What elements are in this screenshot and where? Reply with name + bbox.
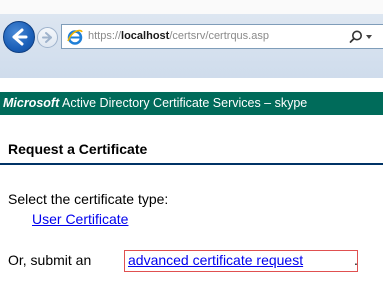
- submit-suffix-text: .: [354, 252, 358, 268]
- url-text[interactable]: https://localhost/certsrv/certrqus.asp: [88, 30, 269, 42]
- banner-title: Microsoft Active Directory Certificate S…: [3, 96, 307, 110]
- forward-arrow-icon: [42, 32, 52, 43]
- user-certificate-link[interactable]: User Certificate: [32, 211, 128, 227]
- header-banner: Microsoft Active Directory Certificate S…: [0, 92, 383, 115]
- browser-toolbar: https://localhost/certsrv/certrqus.asp: [0, 0, 383, 78]
- advanced-request-highlight[interactable]: advanced certificate request: [124, 250, 358, 272]
- banner-brand: Microsoft: [3, 96, 60, 110]
- chevron-down-icon[interactable]: [366, 35, 372, 39]
- advanced-certificate-request-link[interactable]: advanced certificate request: [128, 252, 303, 268]
- back-arrow-icon: [12, 28, 28, 46]
- url-path: /certsrv/certrqus.asp: [169, 30, 269, 42]
- search-icon[interactable]: [348, 29, 364, 45]
- submit-prefix-text: Or, submit an: [8, 252, 92, 268]
- title-divider: [0, 163, 383, 165]
- certificate-type-prompt: Select the certificate type:: [8, 191, 169, 207]
- window-title-strip: [0, 0, 383, 14]
- banner-service-name: Active Directory Certificate Services – …: [62, 96, 308, 110]
- forward-button[interactable]: [37, 27, 58, 48]
- url-scheme: https://: [88, 30, 122, 42]
- back-button[interactable]: [3, 21, 35, 53]
- url-host: localhost: [121, 30, 170, 42]
- address-bar[interactable]: https://localhost/certsrv/certrqus.asp: [61, 24, 383, 49]
- ie-logo-icon: [67, 29, 83, 45]
- page-title: Request a Certificate: [8, 141, 148, 157]
